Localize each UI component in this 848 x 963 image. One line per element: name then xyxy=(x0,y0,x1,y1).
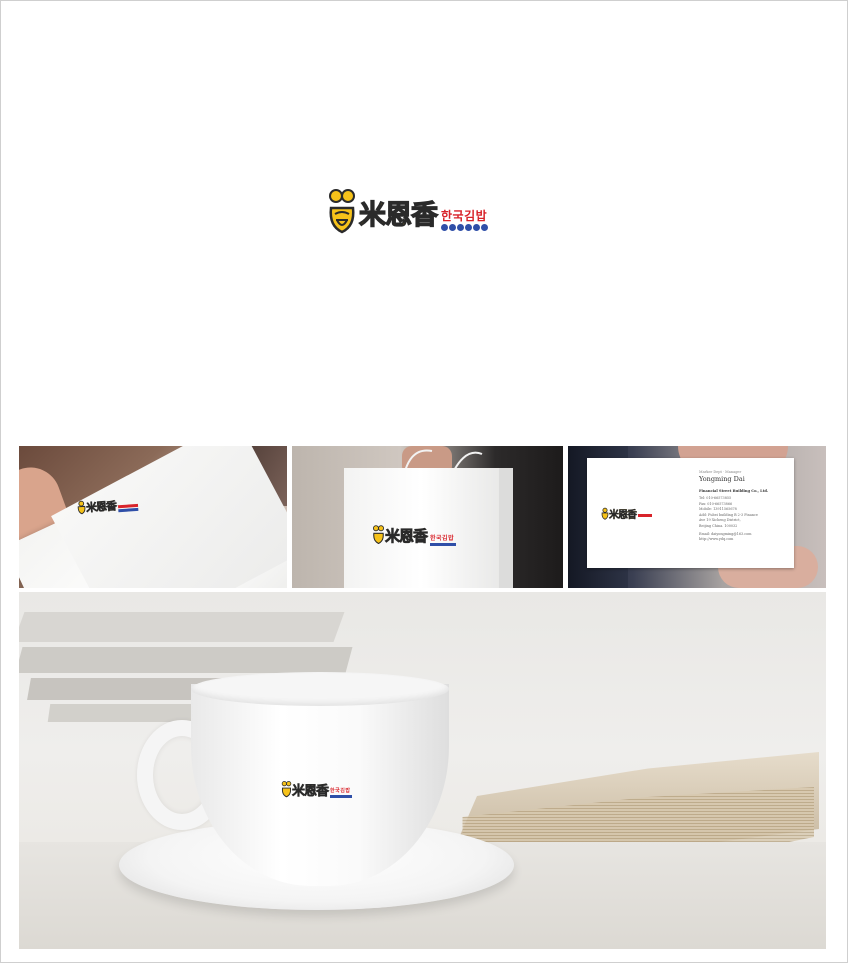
card-name: Yongming Dai xyxy=(699,475,745,483)
mockup-business-card-photo: 米恩香 Marker Dept · Manager Yongming Dai F… xyxy=(568,446,826,588)
mockup-bag-photo: 米恩香 한국김밥 xyxy=(292,446,563,588)
brand-chinese-name: 米恩香 xyxy=(358,199,438,231)
rice-bag-logo-icon xyxy=(373,525,384,545)
brand-logo: 米恩香 한국김밥 xyxy=(327,186,488,238)
bag-logo-text: 米恩香 xyxy=(385,526,429,545)
envelope-logo-text: 米恩香 xyxy=(85,499,117,515)
cup-logo: 米恩香 한국김밥 xyxy=(281,780,353,800)
rice-bag-logo-icon xyxy=(281,781,292,798)
rice-bag-logo-icon xyxy=(601,507,609,520)
cup-logo-tagline: 한국김밥 xyxy=(330,788,351,794)
card-logo: 米恩香 xyxy=(601,506,652,521)
card-title-line: Marker Dept · Manager xyxy=(699,470,742,474)
card-web: http://www.ydq.com xyxy=(699,537,734,542)
cup-logo-text: 米恩香 xyxy=(292,784,330,800)
bag-logo-tagline: 한국김밥 xyxy=(430,534,455,542)
mockup-envelope-photo: 米恩香 xyxy=(19,446,287,588)
cup-rim xyxy=(191,672,449,706)
card-logo-text: 米恩香 xyxy=(609,510,637,521)
brand-korean-tagline: 한국김밥 xyxy=(441,209,488,223)
mockup-cup-photo: 米恩香 한국김밥 xyxy=(19,592,826,949)
rice-bag-logo-icon xyxy=(329,189,355,234)
logo-side-block: 한국김밥 xyxy=(441,207,488,231)
card-line: Beijing China. 100032 xyxy=(699,523,738,528)
business-card: 米恩香 Marker Dept · Manager Yongming Dai F… xyxy=(587,458,794,568)
card-text-block: Marker Dept · Manager Yongming Dai Finan… xyxy=(699,470,791,543)
card-company: Financial Street Building Co., Ltd. xyxy=(699,489,769,493)
bag-logo: 米恩香 한국김밥 xyxy=(372,524,457,546)
logo-blue-dots xyxy=(441,224,488,231)
